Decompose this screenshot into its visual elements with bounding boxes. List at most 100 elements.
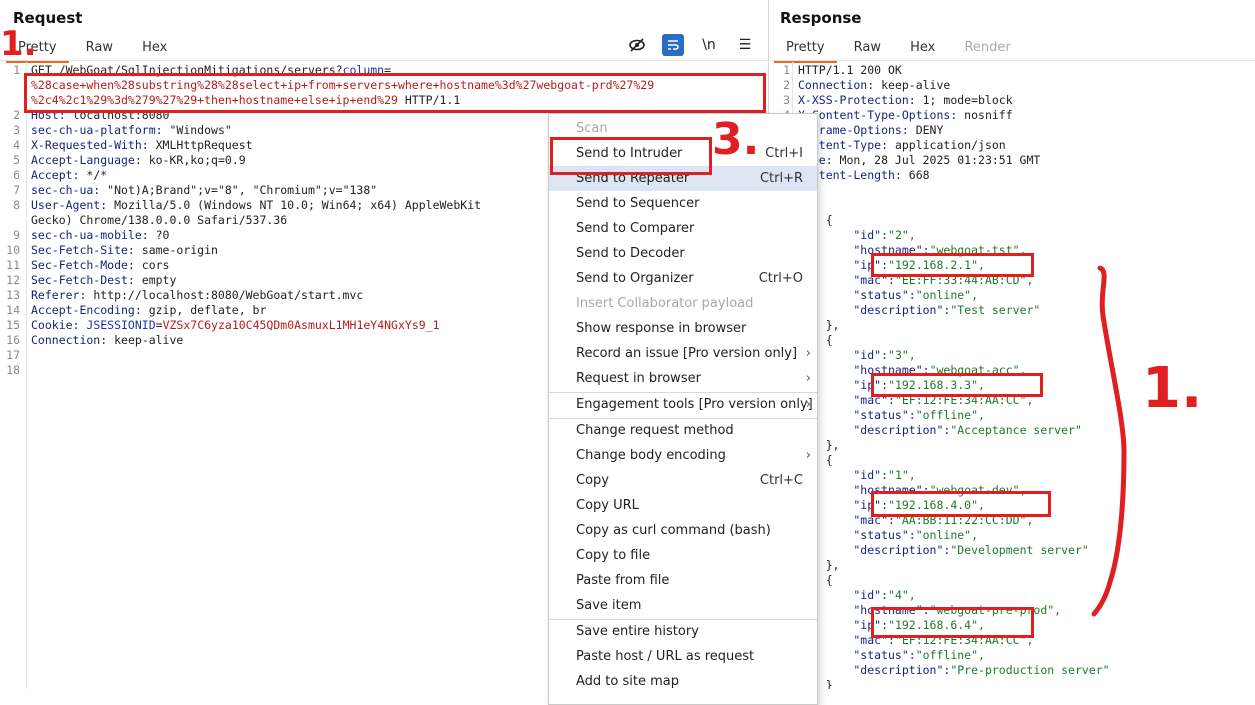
code-token: Accept-Encoding: (31, 303, 149, 317)
menu-item-show-response-in-browser[interactable]: Show response in browser (549, 316, 817, 341)
menu-item-copy-to-file[interactable]: Copy to file (549, 543, 817, 568)
menu-item-label: Paste host / URL as request (576, 649, 755, 664)
line-text: Sec-Fetch-Dest: empty (31, 273, 176, 288)
line-number: 16 (6, 333, 20, 347)
line-text: Accept: */* (31, 168, 107, 183)
line-text: User-Agent: Mozilla/5.0 (Windows NT 10.0… (31, 198, 481, 213)
code-token: "192.168.3.3", (888, 378, 985, 392)
tab-raw[interactable]: Raw (842, 37, 893, 61)
menu-item-send-to-decoder[interactable]: Send to Decoder (549, 241, 817, 266)
menu-item-add-to-site-map[interactable]: Add to site map (549, 669, 817, 694)
code-token: same-origin (141, 243, 218, 257)
code-token: "EF:12:FE:34:AA:CC", (894, 393, 1034, 407)
menu-item-label: Send to Sequencer (576, 196, 700, 211)
hide-non-printable-icon[interactable] (626, 34, 648, 56)
code-token: ?0 (155, 228, 170, 242)
code-token: = (384, 63, 392, 77)
menu-item-copy[interactable]: Copy Ctrl+C (549, 468, 817, 493)
code-token: Connection: (31, 333, 115, 347)
menu-item-paste-host-url-as-request[interactable]: Paste host / URL as request (549, 644, 817, 669)
line-number: 3 (13, 123, 20, 137)
code-token: 1; mode=block (922, 93, 1013, 107)
code-token: "webgoat-acc", (929, 363, 1027, 377)
line-text: X-Requested-With: XMLHttpRequest (31, 138, 253, 153)
menu-icon[interactable]: ☰ (734, 34, 756, 56)
menu-item-send-to-comparer[interactable]: Send to Comparer (549, 216, 817, 241)
line-text: Sec-Fetch-Mode: cors (31, 258, 169, 273)
line-text: Host: localhost:8080 (31, 108, 169, 123)
menu-item-save-entire-history[interactable]: Save entire history (549, 619, 817, 644)
menu-item-copy-url[interactable]: Copy URL (549, 493, 817, 518)
code-token: empty (141, 273, 177, 287)
code-token: Sec-Fetch-Dest: (31, 273, 142, 287)
code-token: "Development server" (950, 543, 1089, 557)
code-token: "webgoat-dev", (929, 483, 1027, 497)
menu-shortcut: Ctrl+R (759, 171, 803, 186)
tab-hex[interactable]: Hex (898, 37, 947, 61)
menu-item-label: Copy as curl command (bash) (576, 523, 771, 538)
menu-item-label: Send to Decoder (576, 246, 685, 261)
line-number: 2 (13, 108, 20, 122)
menu-item-send-to-intruder[interactable]: Send to Intruder Ctrl+I (549, 141, 817, 166)
line-text: X-XSS-Protection: 1; mode=block (798, 93, 1013, 108)
code-token: %28case+when%28substring%28%28select+ip+… (31, 78, 655, 92)
response-pane: Response Pretty Raw Hex Render 1 HTTP/1.1… (770, 0, 1255, 689)
chevron-right-icon: › (805, 371, 811, 386)
code-token: "offline", (915, 408, 985, 422)
code-token: Host: (31, 108, 73, 122)
code-token: "EE:FF:33:44:AB:CD", (894, 273, 1034, 287)
code-token: User-Agent: (31, 198, 115, 212)
menu-item-paste-from-file[interactable]: Paste from file (549, 568, 817, 593)
menu-item-send-to-repeater[interactable]: Send to Repeater Ctrl+R (549, 166, 817, 191)
menu-item-record-an-issue-pro-version-only[interactable]: Record an issue [Pro version only] › (549, 341, 817, 366)
menu-item-label: Copy URL (576, 498, 639, 513)
code-token: column (342, 63, 385, 77)
tab-raw[interactable]: Raw (74, 37, 125, 61)
code-token: Referer: (31, 288, 94, 302)
word-wrap-icon[interactable] (662, 34, 684, 56)
menu-item-request-in-browser[interactable]: Request in browser › (549, 366, 817, 391)
menu-item-label: Save item (576, 598, 642, 613)
show-newlines-button[interactable]: \n (698, 34, 720, 56)
line-number: 7 (13, 183, 20, 197)
code-token: "Not)A;Brand";v="8", "Chromium";v="138" (107, 183, 378, 197)
menu-item-send-to-organizer[interactable]: Send to Organizer Ctrl+O (549, 266, 817, 291)
code-token: "description": (798, 543, 951, 557)
menu-item-engagement-tools-pro-version-only[interactable]: Engagement tools [Pro version only] › (549, 392, 817, 417)
code-token: cors (141, 258, 170, 272)
line-number: 11 (6, 258, 20, 272)
code-token: 668 (908, 168, 930, 182)
menu-item-change-request-method[interactable]: Change request method (549, 418, 817, 443)
code-token: %2c4%2c1%29%3d%279%27%29+then+hostname+e… (31, 93, 398, 107)
code-token: X-Content-Type-Options: (798, 108, 965, 122)
menu-item-copy-as-curl-command-bash[interactable]: Copy as curl command (bash) (549, 518, 817, 543)
code-token: Gecko) Chrome/138.0.0.0 Safari/537.36 (31, 213, 288, 227)
annotation-step-1: 1. (0, 24, 37, 64)
menu-item-label: Show response in browser (576, 321, 747, 336)
menu-item-change-body-encoding[interactable]: Change body encoding › (549, 443, 817, 468)
menu-item-label: Insert Collaborator payload (576, 296, 754, 311)
menu-item-label: Send to Comparer (576, 221, 695, 236)
code-token: gzip, deflate, br (148, 303, 267, 317)
tab-hex[interactable]: Hex (130, 37, 179, 61)
line-text: Gecko) Chrome/138.0.0.0 Safari/537.36 (31, 213, 287, 228)
request-toolbar: \n ☰ (626, 34, 756, 56)
menu-item-insert-collaborator-payload: Insert Collaborator payload (549, 291, 817, 316)
line-text: Connection: keep-alive (31, 333, 183, 348)
menu-item-save-item[interactable]: Save item (549, 593, 817, 618)
menu-item-label: Copy to file (576, 548, 651, 563)
line-text: "ip":"192.168.6.4", (798, 618, 985, 633)
code-token: "1", (888, 468, 916, 482)
menu-item-label: Request in browser (576, 371, 701, 386)
menu-item-label: Change body encoding (576, 448, 726, 463)
line-number: 2 (783, 78, 790, 92)
line-text: "mac":"EF:12:FE:34:AA:CC", (798, 633, 1033, 648)
code-token: "4", (888, 588, 916, 602)
code-token: "description": (798, 423, 951, 437)
line-text: "mac":"EE:FF:33:44:AB:CD", (798, 273, 1033, 288)
line-number: 9 (13, 228, 20, 242)
chevron-right-icon: › (805, 448, 811, 463)
line-number: 12 (6, 273, 20, 287)
code-token: X-Requested-With: (31, 138, 156, 152)
menu-item-send-to-sequencer[interactable]: Send to Sequencer (549, 191, 817, 216)
